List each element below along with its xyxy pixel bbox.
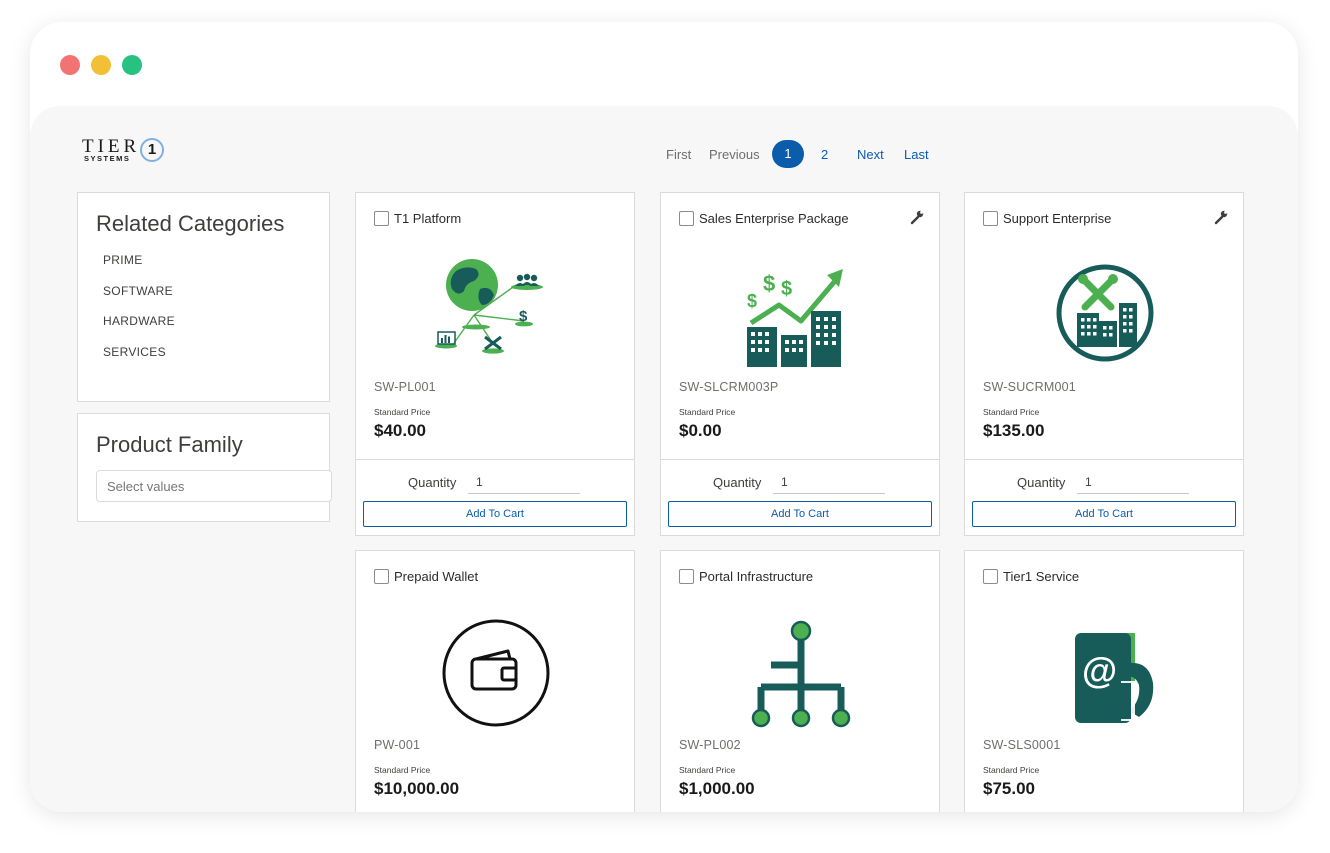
browser-window: TIER SYSTEMS 1 First Previous 1 2 Next L… [30, 22, 1298, 812]
support-city-icon [1056, 264, 1154, 362]
product-select-checkbox[interactable] [374, 211, 389, 226]
product-family-title: Product Family [96, 432, 243, 457]
product-card-sales-enterprise-package: Sales Enterprise Package $ $ $ SW-SLCRM0… [660, 192, 940, 536]
product-select-checkbox[interactable] [679, 211, 694, 226]
product-family-select[interactable] [96, 470, 332, 502]
minimize-window-dot[interactable] [91, 55, 111, 75]
pagination-first[interactable]: First [666, 147, 691, 162]
card-footer: Quantity Add To Cart [965, 459, 1243, 538]
add-to-cart-button[interactable]: Add To Cart [972, 501, 1236, 527]
page-content: TIER SYSTEMS 1 First Previous 1 2 Next L… [30, 106, 1298, 812]
wrench-icon[interactable] [1213, 209, 1229, 225]
tier1-logo[interactable]: TIER SYSTEMS 1 [82, 136, 172, 168]
product-name: T1 Platform [394, 211, 462, 226]
product-sku: SW-SLCRM003P [679, 380, 779, 394]
product-sku: SW-SLS0001 [983, 738, 1061, 752]
product-family-panel: Product Family [77, 413, 332, 522]
product-sku: PW-001 [374, 738, 421, 752]
globe-network-icon: $ [435, 259, 543, 354]
standard-price-label: Standard Price [374, 765, 431, 775]
product-card-prepaid-wallet: Prepaid Wallet PW-001 Standard Price $10… [355, 550, 635, 812]
close-window-dot[interactable] [60, 55, 80, 75]
standard-price-label: Standard Price [983, 765, 1040, 775]
standard-price-label: Standard Price [983, 407, 1040, 417]
product-select-checkbox[interactable] [374, 569, 389, 584]
product-select-checkbox[interactable] [983, 211, 998, 226]
product-name: Support Enterprise [1003, 211, 1112, 226]
svg-text:@: @ [1082, 650, 1117, 691]
logo-subtext: SYSTEMS [84, 154, 131, 163]
product-sku: SW-PL002 [679, 738, 741, 752]
pagination-previous[interactable]: Previous [709, 147, 760, 162]
logo-badge: 1 [140, 138, 164, 162]
product-price: $10,000.00 [374, 779, 460, 798]
related-categories-title: Related Categories [96, 211, 285, 236]
product-price: $40.00 [374, 421, 426, 440]
product-name: Sales Enterprise Package [699, 211, 849, 226]
pagination-last[interactable]: Last [904, 147, 929, 162]
card-footer: Quantity Add To Cart [661, 459, 939, 538]
svg-text:$: $ [747, 291, 757, 311]
pagination-page-2[interactable]: 2 [821, 147, 828, 162]
quantity-input[interactable] [468, 470, 580, 494]
quantity-label: Quantity [713, 475, 762, 490]
quantity-label: Quantity [1017, 475, 1066, 490]
quantity-input[interactable] [773, 470, 885, 494]
svg-text:$: $ [519, 308, 528, 325]
quantity-input[interactable] [1077, 470, 1189, 494]
standard-price-label: Standard Price [679, 407, 736, 417]
product-name: Tier1 Service [1003, 569, 1080, 584]
email-phone-icon: @ [1075, 633, 1154, 723]
product-price: $135.00 [983, 421, 1045, 440]
city-growth-icon: $ $ $ [747, 269, 843, 367]
pagination-next[interactable]: Next [857, 147, 884, 162]
svg-text:$: $ [763, 271, 775, 296]
product-card-support-enterprise: Support Enterprise SW-SUCRM001 Standard … [964, 192, 1244, 536]
add-to-cart-button[interactable]: Add To Cart [363, 501, 627, 527]
category-software[interactable]: SOFTWARE [103, 284, 175, 315]
product-price: $0.00 [679, 421, 722, 440]
product-sku: SW-PL001 [374, 380, 436, 394]
product-price: $1,000.00 [679, 779, 755, 798]
add-to-cart-button[interactable]: Add To Cart [668, 501, 932, 527]
standard-price-label: Standard Price [374, 407, 431, 417]
product-select-checkbox[interactable] [983, 569, 998, 584]
category-hardware[interactable]: HARDWARE [103, 314, 175, 345]
maximize-window-dot[interactable] [122, 55, 142, 75]
wrench-icon[interactable] [909, 209, 925, 225]
product-name: Portal Infrastructure [699, 569, 814, 584]
product-name: Prepaid Wallet [394, 569, 479, 584]
product-select-checkbox[interactable] [679, 569, 694, 584]
category-services[interactable]: SERVICES [103, 345, 175, 376]
hierarchy-icon [751, 620, 851, 728]
svg-text:$: $ [781, 278, 792, 300]
product-sku: SW-SUCRM001 [983, 380, 1076, 394]
product-price: $75.00 [983, 779, 1035, 798]
category-prime[interactable]: PRIME [103, 253, 175, 284]
product-card-portal-infrastructure: Portal Infrastructure SW-PL002 Standard … [660, 550, 940, 812]
wallet-icon [442, 619, 550, 727]
product-card-t1-platform: T1 Platform $ SW-PL001 Standard Price $4… [355, 192, 635, 536]
product-card-tier1-service: Tier1 Service @ SW-SLS0001 Standard Pric… [964, 550, 1244, 812]
card-footer: Quantity Add To Cart [356, 459, 634, 538]
quantity-label: Quantity [408, 475, 457, 490]
category-list: PRIME SOFTWARE HARDWARE SERVICES [103, 253, 175, 375]
standard-price-label: Standard Price [679, 765, 736, 775]
related-categories-panel: Related Categories PRIME SOFTWARE HARDWA… [77, 192, 330, 402]
pagination-page-1[interactable]: 1 [772, 140, 804, 168]
